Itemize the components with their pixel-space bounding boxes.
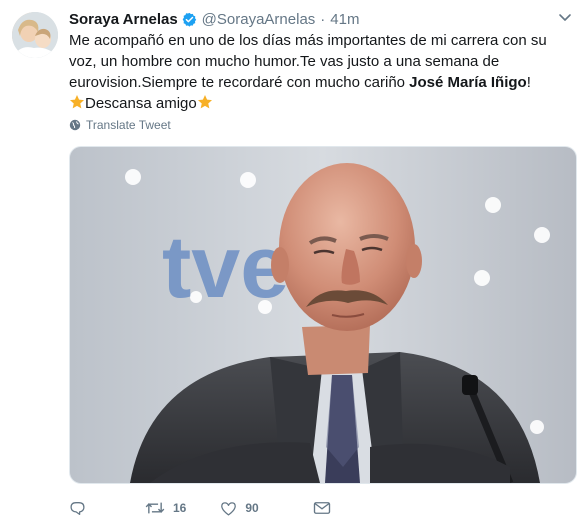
tweet-header: Soraya Arnelas @SorayaArnelas · 41m xyxy=(69,9,359,29)
star-emoji-icon xyxy=(69,94,85,110)
author-name[interactable]: Soraya Arnelas xyxy=(69,11,178,28)
tweet-text-end: ! xyxy=(526,74,531,91)
author-avatar[interactable] xyxy=(12,12,58,58)
tweet-closing-line: Descansa amigo xyxy=(69,93,574,114)
heart-icon xyxy=(220,501,237,516)
translate-tweet-link[interactable]: Translate Tweet xyxy=(69,117,171,133)
closing-text: Descansa amigo xyxy=(85,95,197,112)
retweet-count: 16 xyxy=(173,501,187,515)
star-emoji-icon xyxy=(197,94,213,110)
direct-message-button[interactable] xyxy=(313,501,331,515)
reply-icon xyxy=(69,500,86,516)
photo-man-portrait: tve xyxy=(70,147,576,483)
retweet-icon xyxy=(145,500,165,516)
globe-icon xyxy=(69,119,81,131)
mentioned-name: José María Iñigo xyxy=(409,74,527,91)
reply-button[interactable] xyxy=(69,500,87,516)
retweet-button[interactable]: 16 xyxy=(145,500,186,516)
envelope-icon xyxy=(313,501,331,515)
tweet[interactable]: Soraya Arnelas @SorayaArnelas · 41m Me a… xyxy=(0,0,582,523)
verified-badge-icon xyxy=(182,12,197,27)
author-handle[interactable]: @SorayaArnelas xyxy=(202,11,316,28)
like-button[interactable]: 90 xyxy=(220,501,259,516)
tweet-timestamp[interactable]: 41m xyxy=(330,11,359,28)
tweet-photo[interactable]: tve xyxy=(69,146,577,484)
separator-dot: · xyxy=(320,10,326,28)
avatar-photo xyxy=(12,12,58,58)
tweet-paragraph: Me acompañó en uno de los días más impor… xyxy=(69,30,574,93)
tweet-actions: 16 90 xyxy=(69,498,331,518)
tweet-text: Me acompañó en uno de los días más impor… xyxy=(69,30,574,114)
chevron-down-icon[interactable] xyxy=(558,10,572,24)
like-count: 90 xyxy=(245,501,259,515)
tve-logo-text: tve xyxy=(162,217,289,316)
translate-label: Translate Tweet xyxy=(86,118,171,132)
